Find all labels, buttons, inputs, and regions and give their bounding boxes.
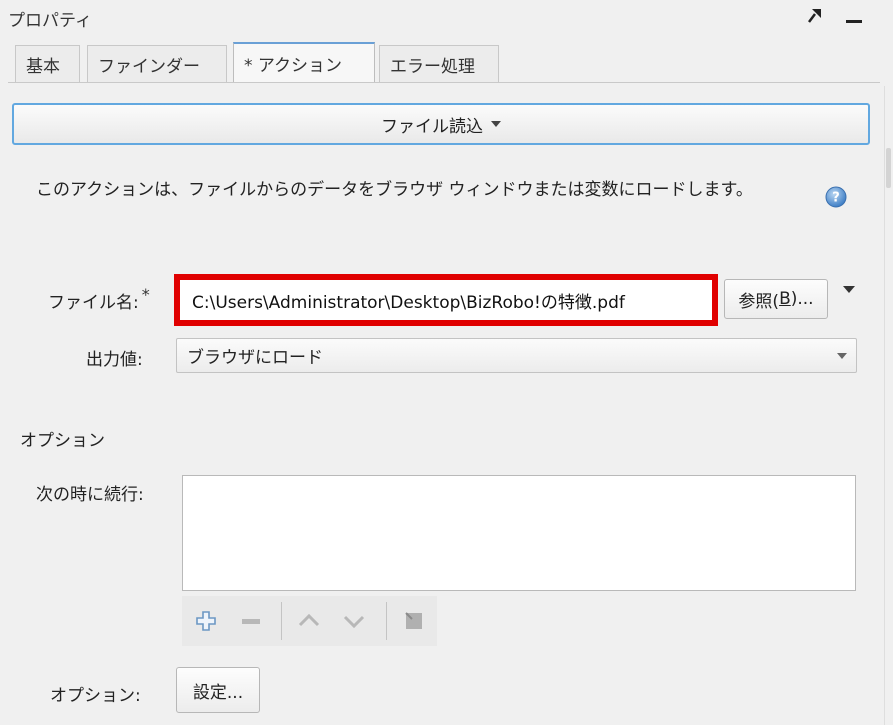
required-mark: * (141, 285, 150, 304)
svg-text:?: ? (832, 191, 840, 206)
toolbar-separator (281, 602, 282, 640)
move-down-icon[interactable] (339, 606, 369, 636)
file-name-label: ファイル名: * (48, 285, 150, 313)
browse-button[interactable]: 参照(B)... (724, 279, 828, 319)
move-up-icon[interactable] (294, 606, 324, 636)
output-label: 出力値: (86, 350, 143, 370)
file-name-value: C:\Users\Administrator\Desktop\BizRobo!の… (192, 292, 625, 313)
tab-label: 基本 (26, 56, 60, 77)
triangle-down-icon[interactable] (843, 286, 855, 293)
help-icon[interactable]: ? (825, 186, 847, 208)
options-label: オプション: (50, 686, 141, 706)
scrollbar-thumb[interactable] (886, 148, 891, 188)
toolbar-separator (386, 602, 387, 640)
options-section-title: オプション (20, 431, 105, 451)
action-description: このアクションは、ファイルからのデータをブラウザ ウィンドウまたは変数にロードし… (36, 180, 753, 200)
tab-finder[interactable]: ファインダー (87, 45, 227, 82)
settings-button[interactable]: 設定... (176, 667, 260, 713)
clear-icon[interactable] (399, 606, 429, 636)
minimize-icon[interactable] (846, 20, 862, 23)
pin-icon[interactable] (806, 6, 824, 24)
output-value: ブラウザにロード (187, 348, 323, 368)
tab-divider (8, 82, 880, 83)
add-icon[interactable] (191, 606, 221, 636)
file-name-input[interactable]: C:\Users\Administrator\Desktop\BizRobo!の… (174, 274, 718, 326)
tab-label: エラー処理 (390, 56, 475, 77)
panel-title: プロパティ (8, 11, 92, 31)
output-select[interactable]: ブラウザにロード (176, 338, 857, 373)
tab-label: * アクション (244, 56, 343, 76)
chevron-down-icon (837, 353, 847, 359)
remove-icon[interactable] (236, 606, 266, 636)
tab-basic[interactable]: 基本 (15, 45, 80, 82)
tab-action[interactable]: * アクション (233, 42, 375, 83)
tab-label: ファインダー (98, 56, 200, 77)
chevron-down-icon (491, 121, 501, 127)
continue-on-list[interactable] (182, 475, 856, 591)
action-selector-button[interactable]: ファイル読込 (12, 103, 870, 145)
tab-error-handling[interactable]: エラー処理 (379, 45, 499, 82)
continue-on-label: 次の時に続行: (36, 485, 144, 505)
action-label: ファイル読込 (381, 116, 483, 137)
